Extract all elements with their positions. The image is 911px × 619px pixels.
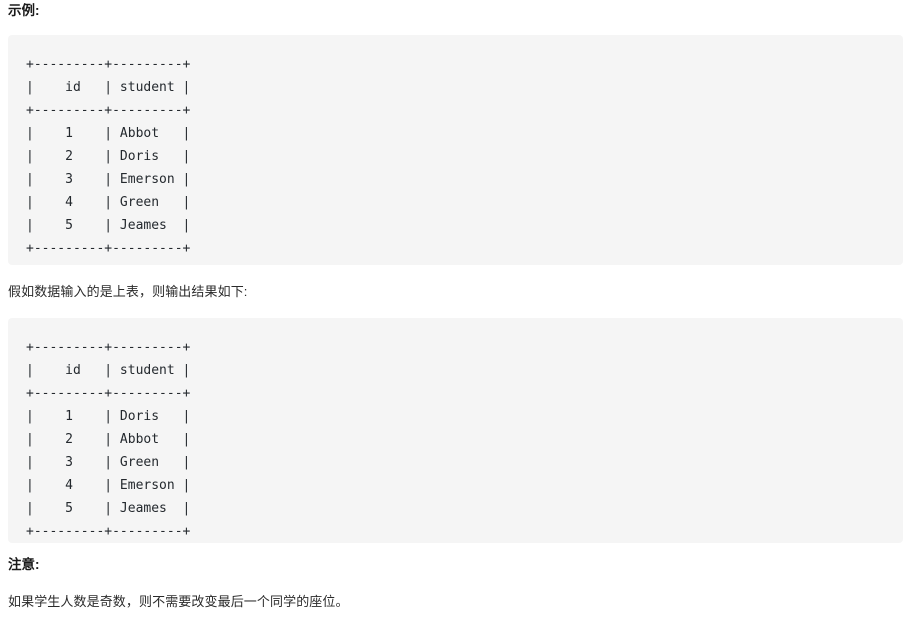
example-heading: 示例:	[8, 3, 40, 18]
code-block-input-table: +---------+---------+ | id | student | +…	[8, 35, 903, 265]
ascii-table-input: +---------+---------+ | id | student | +…	[26, 57, 191, 256]
ascii-table-output: +---------+---------+ | id | student | +…	[26, 340, 191, 539]
document-page: 示例: +---------+---------+ | id | student…	[0, 0, 911, 619]
note-paragraph: 如果学生人数是奇数，则不需要改变最后一个同学的座位。	[8, 594, 349, 609]
explanation-paragraph: 假如数据输入的是上表，则输出结果如下:	[8, 284, 248, 299]
note-heading: 注意:	[8, 557, 40, 572]
code-block-output-table: +---------+---------+ | id | student | +…	[8, 318, 903, 543]
